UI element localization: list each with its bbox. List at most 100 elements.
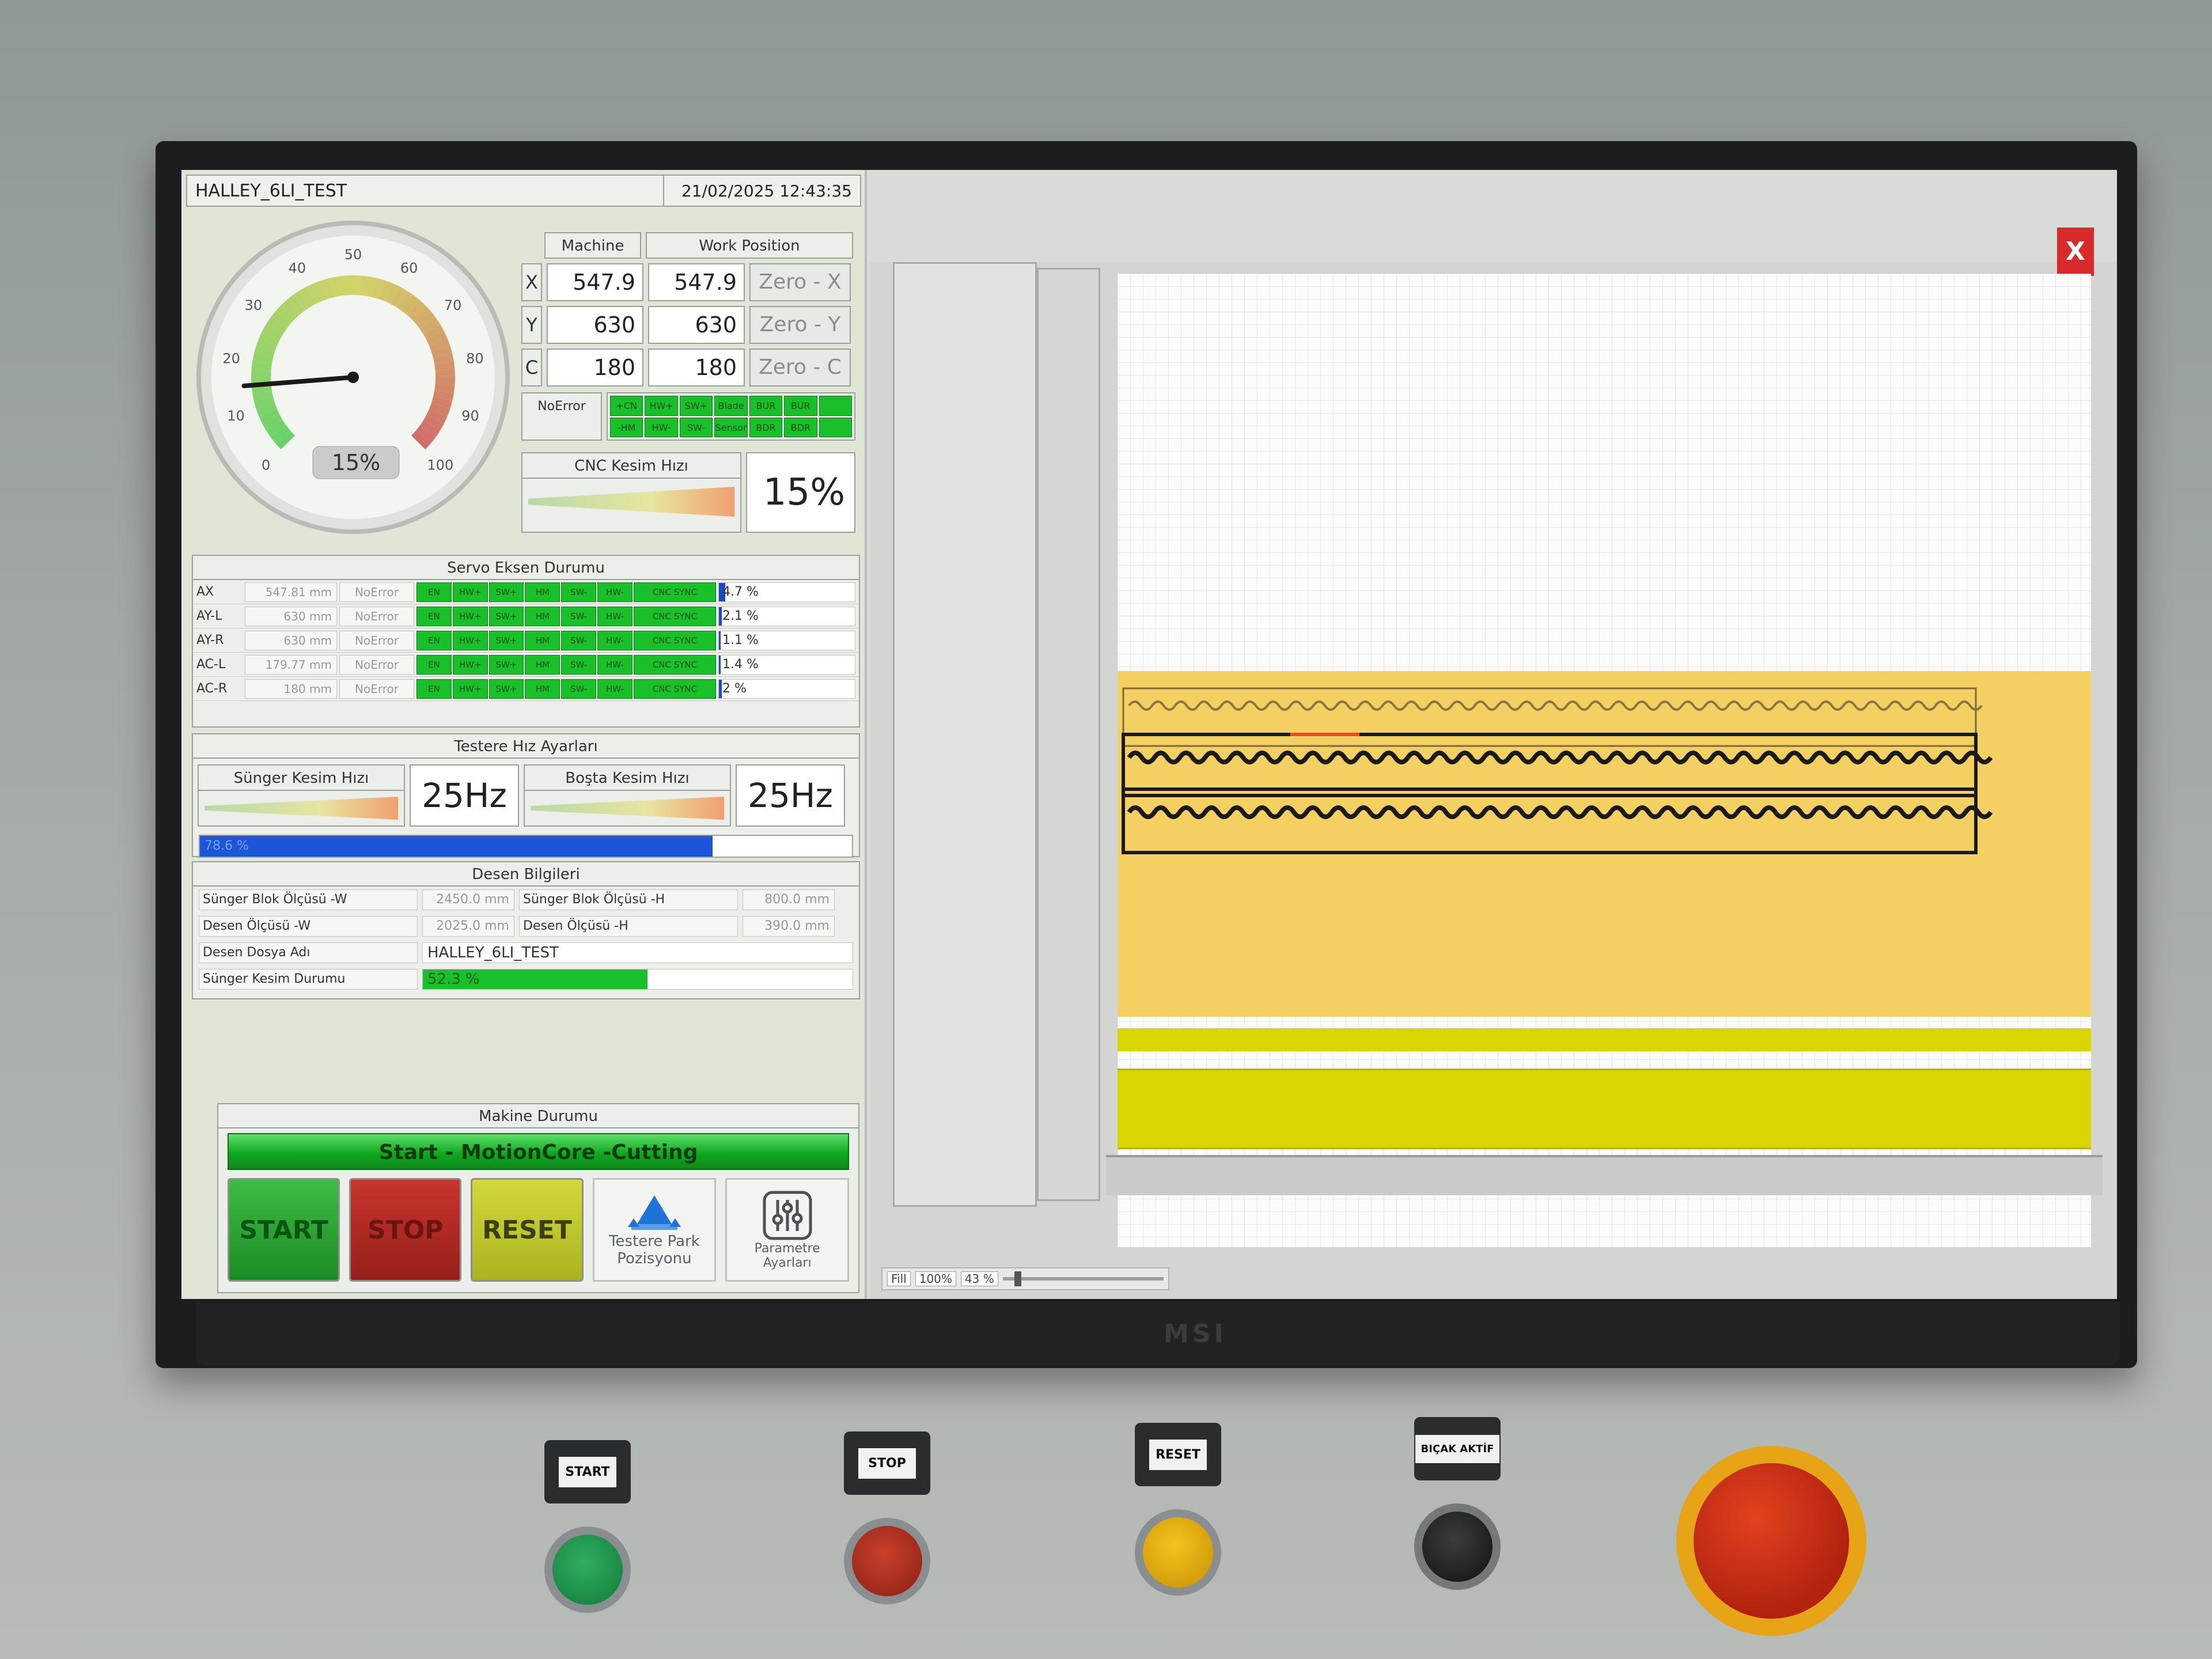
gauge-arc-segment xyxy=(259,331,280,346)
gauge-tick-label: 10 xyxy=(227,408,245,424)
servo-load-fill xyxy=(719,607,722,626)
machine-column-right xyxy=(1037,268,1100,1201)
knife-active-label: BIÇAK AKTİF xyxy=(1415,1434,1500,1463)
gauge-tick-label: 80 xyxy=(466,351,484,367)
parameter-label-2: Ayarları xyxy=(763,1256,812,1270)
pattern-h-value: 390.0 mm xyxy=(743,916,835,937)
servo-led: CNC SYNC xyxy=(633,654,717,675)
cut-status-label: Sünger Kesim Durumu xyxy=(199,969,418,990)
servo-led: HW- xyxy=(597,630,632,650)
saw-park-button[interactable]: Testere Park Pozisyonu xyxy=(592,1178,717,1282)
gauge-arc-segment xyxy=(293,290,310,311)
servo-led-group: EN HW+ SW+ HM SW- HW- CNC SYNC xyxy=(416,606,717,626)
gauge-arc-segment xyxy=(426,408,448,424)
servo-led: CNC SYNC xyxy=(633,606,717,626)
zoom-100-button[interactable]: 100% xyxy=(915,1271,956,1286)
servo-led: CNC SYNC xyxy=(633,630,717,650)
servo-led: EN xyxy=(416,654,452,675)
servo-led-group: EN HW+ SW+ HM SW- HW- CNC SYNC xyxy=(416,630,717,650)
parameter-settings-button[interactable]: Parametre Ayarları xyxy=(725,1178,850,1282)
gauge-arc-segment xyxy=(415,425,436,444)
axis-row-y: Y 630 630 Zero - Y xyxy=(521,306,855,344)
cnc-speed-label: CNC Kesim Hızı xyxy=(522,453,740,479)
conveyor-band xyxy=(1118,1069,2091,1149)
servo-row: AY-R 630 mm NoError EN HW+ SW+ HM SW- HW- CNC SYN… xyxy=(193,628,859,653)
machine-section-title: Makine Durumu xyxy=(218,1104,858,1128)
servo-load: 1.1 % xyxy=(718,630,855,650)
saw-park-label-1: Testere Park xyxy=(609,1233,700,1250)
servo-row: AX 547.81 mm NoError EN HW+ SW+ HM SW- HW- CNC SY… xyxy=(193,580,859,604)
gauge-arc-segment xyxy=(415,311,436,329)
servo-led: SW+ xyxy=(488,654,524,675)
pattern-h-label: Desen Ölçüsü -H xyxy=(519,916,738,937)
gauge-arc-segment xyxy=(378,280,392,301)
zoom-slider-thumb[interactable] xyxy=(1014,1271,1021,1286)
speed-gauge: 0 10 20 30 40 50 60 70 80 90 100 15% xyxy=(192,216,514,539)
servo-led: SW- xyxy=(561,606,597,626)
servo-status-section: Servo Eksen Durumu AX 547.81 mm NoError EN H… xyxy=(192,555,860,728)
servo-error: NoError xyxy=(339,679,414,699)
green-pushbutton[interactable] xyxy=(544,1527,631,1613)
gauge-tick-label: 50 xyxy=(344,247,362,263)
servo-load-label: 2 % xyxy=(722,681,747,696)
axis-row-x: X 547.9 547.9 Zero - X xyxy=(521,263,855,301)
yellow-pushbutton[interactable] xyxy=(1135,1509,1221,1596)
bosta-speed-label: Boşta Kesim Hızı xyxy=(525,766,730,791)
zero-y-button[interactable]: Zero - Y xyxy=(749,306,851,344)
zoom-slider[interactable] xyxy=(1002,1271,1164,1286)
machine-c-value: 180 xyxy=(547,349,643,387)
physical-start-label: START xyxy=(559,1456,616,1487)
servo-led-group: EN HW+ SW+ HM SW- HW- CNC SYNC xyxy=(416,654,717,675)
physical-start-button[interactable]: START xyxy=(544,1440,631,1613)
pattern-info-section: Desen Bilgileri Sünger Blok Ölçüsü -W 24… xyxy=(192,861,860,999)
bosta-speed-slider[interactable] xyxy=(531,797,724,820)
servo-load: 1.4 % xyxy=(718,654,855,675)
start-button[interactable]: START xyxy=(228,1178,340,1282)
zero-c-button[interactable]: Zero - C xyxy=(749,349,851,387)
servo-led: SW- xyxy=(561,654,597,675)
gauge-arc-segment xyxy=(281,300,300,319)
led-indicator: SW+ xyxy=(679,396,713,416)
gauge-tick-label: 40 xyxy=(289,260,306,276)
servo-led: SW- xyxy=(561,679,597,699)
close-button[interactable]: X xyxy=(2057,228,2094,276)
gauge-arc-segment xyxy=(253,396,275,409)
stop-button[interactable]: STOP xyxy=(349,1178,462,1282)
gauge-tick-label: 90 xyxy=(461,408,479,424)
servo-led: EN xyxy=(416,582,452,602)
servo-position: 180 mm xyxy=(245,679,337,699)
zoom-percent[interactable]: 43 % xyxy=(960,1271,998,1286)
led-indicator: BDR xyxy=(749,417,783,437)
gauge-arc-segment xyxy=(401,294,419,315)
emergency-stop-button[interactable] xyxy=(1694,1463,1849,1619)
physical-reset-button[interactable]: RESET xyxy=(1135,1423,1221,1596)
saw-progress-fill xyxy=(200,836,713,857)
servo-led: HW+ xyxy=(452,679,488,699)
fill-button[interactable]: Fill xyxy=(887,1271,911,1286)
saw-section-title: Testere Hız Ayarları xyxy=(193,734,859,759)
servo-led: HM xyxy=(525,630,560,650)
physical-reset-label: RESET xyxy=(1149,1439,1207,1470)
gauge-arc-segment xyxy=(259,408,280,424)
servo-led: HW+ xyxy=(452,606,488,626)
gauge-tick-label: 100 xyxy=(427,457,453,473)
machine-status-bar: Start - MotionCore -Cutting xyxy=(228,1133,849,1170)
gauge-arc-segment xyxy=(300,286,316,308)
sunger-speed-slider[interactable] xyxy=(204,797,398,820)
gauge-arc-segment xyxy=(252,353,273,365)
led-indicator: Blade xyxy=(714,396,748,416)
cnc-speed-slider[interactable] xyxy=(528,487,734,517)
servo-row: AY-L 630 mm NoError EN HW+ SW+ HM SW- HW- CNC SYN… xyxy=(193,604,859,628)
gauge-arc-segment xyxy=(270,311,291,329)
pattern-canvas[interactable] xyxy=(1106,274,2103,1247)
knife-active-selector[interactable]: BIÇAK AKTİF xyxy=(1414,1417,1501,1590)
red-pushbutton[interactable] xyxy=(844,1518,930,1604)
reset-button[interactable]: RESET xyxy=(471,1178,584,1282)
monitor-brand-logo: MSI xyxy=(1164,1319,1227,1349)
servo-led: EN xyxy=(416,630,452,650)
servo-led-group: EN HW+ SW+ HM SW- HW- CNC SYNC xyxy=(416,679,717,699)
servo-error: NoError xyxy=(339,582,414,602)
selector-switch[interactable] xyxy=(1414,1503,1501,1590)
physical-stop-button[interactable]: STOP xyxy=(844,1431,930,1604)
zero-x-button[interactable]: Zero - X xyxy=(749,263,851,301)
